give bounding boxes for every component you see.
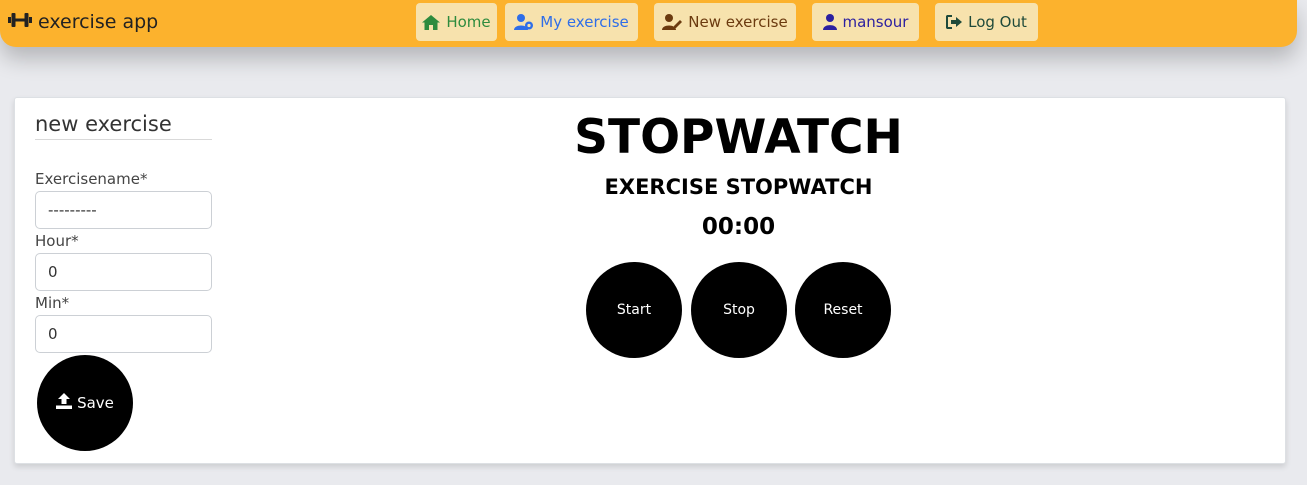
user-edit-icon xyxy=(662,14,683,30)
stop-button[interactable]: Stop xyxy=(691,262,787,358)
main-card: new exercise Exercisename* --------- Hou… xyxy=(14,97,1286,464)
brand-title: exercise app xyxy=(38,11,159,33)
stopwatch-subtitle: EXERCISE STOPWATCH xyxy=(604,175,873,199)
sign-out-icon xyxy=(946,15,963,29)
min-input[interactable]: 0 xyxy=(35,315,212,353)
upload-icon xyxy=(56,393,73,413)
brand[interactable]: exercise app xyxy=(8,11,158,33)
hour-input[interactable]: 0 xyxy=(35,253,212,291)
dumbbell-icon xyxy=(8,11,32,33)
save-button[interactable]: Save xyxy=(37,355,133,451)
navbar: exercise app Home My exercise New exerci… xyxy=(0,0,1297,47)
nav-user-label: mansour xyxy=(842,13,909,31)
start-button[interactable]: Start xyxy=(586,262,682,358)
user-icon xyxy=(822,14,837,30)
stopwatch-time: 00:00 xyxy=(701,214,776,240)
nav-user-button[interactable]: mansour xyxy=(812,3,919,41)
home-icon xyxy=(422,14,441,30)
save-label: Save xyxy=(77,394,114,412)
nav-new-exercise-label: New exercise xyxy=(688,13,788,31)
nav-logout-button[interactable]: Log Out xyxy=(935,3,1038,41)
nav-new-exercise-button[interactable]: New exercise xyxy=(654,3,796,41)
nav-home-button[interactable]: Home xyxy=(416,3,497,41)
nav-home-label: Home xyxy=(446,13,491,31)
user-cog-icon xyxy=(514,14,534,30)
stopwatch-title: STOPWATCH xyxy=(574,110,903,165)
min-label: Min* xyxy=(35,294,70,312)
reset-button[interactable]: Reset xyxy=(795,262,891,358)
nav-my-exercise-button[interactable]: My exercise xyxy=(505,3,638,41)
nav-my-exercise-label: My exercise xyxy=(540,13,629,31)
nav-logout-label: Log Out xyxy=(968,13,1027,31)
